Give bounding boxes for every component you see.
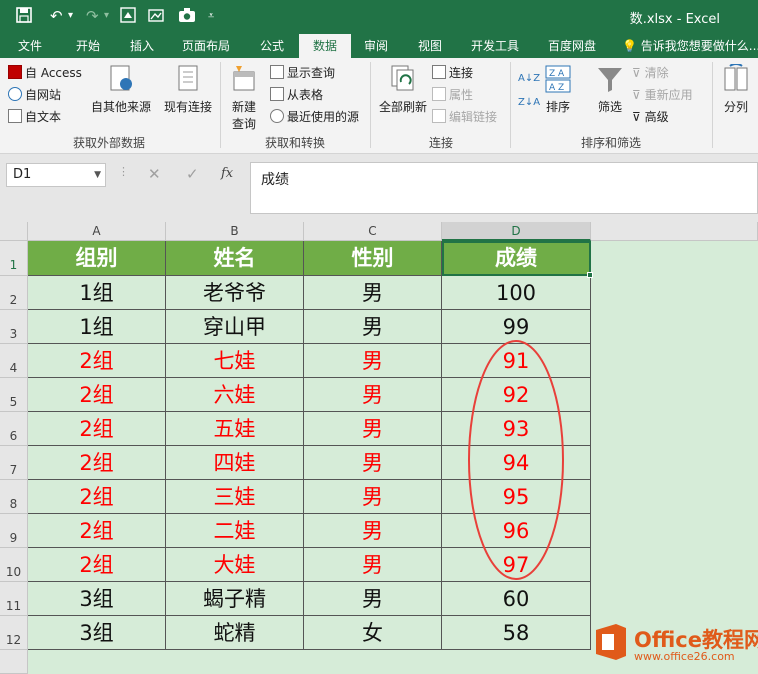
connections-button[interactable]: 连接	[432, 64, 473, 82]
show-queries-button[interactable]: 显示查询	[270, 64, 335, 82]
enter-icon[interactable]: ✓	[186, 165, 199, 183]
annotation-ellipse	[468, 340, 564, 580]
edit-links-button[interactable]: 编辑链接	[432, 108, 497, 126]
customize-icon[interactable]: ⩡	[208, 7, 214, 25]
group-separator	[510, 62, 511, 148]
ribbon-data: 自 Access 自网站 自文本 自其他来源 现有连接 获取外部数据 新建 查询…	[0, 58, 758, 154]
tab-formulas[interactable]: 公式	[246, 34, 298, 58]
group-separator	[220, 62, 221, 148]
cancel-icon[interactable]: ✕	[148, 165, 161, 183]
from-web-button[interactable]: 自网站	[8, 86, 61, 104]
tab-data[interactable]: 数据	[299, 34, 351, 58]
photo-icon[interactable]	[148, 7, 164, 27]
existing-connections-icon	[178, 65, 198, 91]
camera-icon[interactable]	[178, 7, 196, 27]
undo-dropdown-icon[interactable]: ▾	[68, 7, 73, 25]
formula-input[interactable]: 成绩	[250, 162, 758, 214]
advanced-filter-button[interactable]: ⊽ 高级	[632, 108, 669, 126]
more-icon: ⋮	[118, 165, 129, 178]
sort-ascending-icon: A↓Z	[518, 73, 541, 84]
tab-home[interactable]: 开始	[62, 34, 114, 58]
undo-icon[interactable]: ↶	[50, 7, 63, 25]
sort-icon: Z A A Z	[545, 65, 571, 93]
screenshot-icon[interactable]	[120, 7, 136, 27]
worksheet-grid[interactable]: ABCD 1 2 3 4 5 6 7 8 9 10 11 12 组别 姓名 性别 成绩 1组 老爷爷男 100 1组…	[0, 222, 758, 674]
tell-me-text: 告诉我您想要做什么...	[640, 39, 758, 53]
from-text-button[interactable]: 自文本	[8, 108, 61, 126]
refresh-all-button[interactable]: 全部刷新	[374, 64, 432, 115]
advanced-filter-icon: ⊽	[632, 110, 645, 124]
from-other-sources-button[interactable]: 自其他来源	[88, 64, 154, 115]
tab-review[interactable]: 审阅	[352, 34, 400, 58]
text-to-columns-icon	[724, 64, 748, 91]
new-query-icon	[233, 66, 255, 91]
clear-filter-button[interactable]: ⊽ 清除	[632, 64, 669, 82]
red-ellipse	[468, 340, 564, 580]
grid-icon	[270, 87, 284, 101]
group-label-sort-filter: 排序和筛选	[580, 136, 641, 150]
from-table-button[interactable]: 从表格	[270, 86, 323, 104]
office-logo-icon	[596, 624, 626, 660]
tab-insert[interactable]: 插入	[116, 34, 168, 58]
redo-icon[interactable]: ↷	[86, 7, 99, 25]
save-icon[interactable]	[16, 7, 32, 27]
sort-descending-icon: Z↓A	[518, 97, 541, 108]
watermark: Office教程网 www.office26.com	[592, 622, 758, 668]
properties-button[interactable]: 属性	[432, 86, 473, 104]
watermark-url: www.office26.com	[634, 650, 735, 663]
svg-text:Z A: Z A	[549, 69, 565, 79]
tab-developer[interactable]: 开发工具	[460, 34, 530, 58]
insert-function-button[interactable]: fx	[221, 166, 233, 181]
lightbulb-icon: 💡	[622, 39, 637, 53]
reapply-button[interactable]: ⊽ 重新应用	[632, 86, 693, 104]
filter-button[interactable]: 筛选	[590, 64, 630, 115]
refresh-all-icon	[391, 65, 414, 91]
clock-icon	[270, 109, 284, 123]
svg-text:A Z: A Z	[549, 83, 564, 93]
tell-me-box[interactable]: 💡 告诉我您想要做什么...	[622, 34, 758, 58]
formula-bar: D1 ▼ ⋮ ✕ ✓ fx 成绩	[0, 154, 758, 222]
group-separator	[370, 62, 371, 148]
ribbon-tabs: 文件 开始 插入 页面布局 公式 数据 审阅 视图 开发工具 百度网盘 💡 告诉…	[0, 34, 758, 58]
text-file-icon	[8, 109, 22, 123]
sort-descending-button[interactable]: Z↓A	[518, 94, 540, 112]
group-label-connections: 连接	[428, 136, 453, 150]
title-bar: ↶ ▾ ↷ ▾ ⩡ 数.xlsx - Excel	[0, 0, 758, 34]
edit-links-icon	[432, 109, 446, 123]
new-query-button[interactable]: 新建 查询	[224, 64, 264, 132]
tab-baidu-netdisk[interactable]: 百度网盘	[536, 34, 608, 58]
other-sources-icon	[110, 65, 132, 91]
text-to-columns-button[interactable]: 分列	[716, 64, 756, 115]
access-icon	[8, 65, 22, 79]
sort-ascending-button[interactable]: A↓Z	[518, 70, 540, 88]
web-icon	[8, 87, 22, 101]
recent-sources-button[interactable]: 最近使用的源	[270, 108, 359, 126]
chevron-down-icon[interactable]: ▼	[94, 164, 101, 186]
window-title: 数.xlsx - Excel	[629, 12, 720, 27]
group-separator	[712, 62, 713, 148]
connections-icon	[432, 65, 446, 79]
properties-icon	[432, 87, 446, 101]
table-icon	[270, 65, 284, 79]
existing-connections-button[interactable]: 现有连接	[160, 64, 216, 115]
group-label-get-external: 获取外部数据	[72, 136, 145, 150]
from-access-button[interactable]: 自 Access	[8, 64, 82, 82]
reapply-icon: ⊽	[632, 88, 645, 102]
tab-file[interactable]: 文件	[4, 34, 56, 58]
redo-dropdown-icon[interactable]: ▾	[104, 7, 109, 25]
clear-filter-icon: ⊽	[632, 66, 645, 80]
tab-page-layout[interactable]: 页面布局	[172, 34, 240, 58]
tab-view[interactable]: 视图	[406, 34, 454, 58]
sort-button[interactable]: Z AA Z 排序	[540, 64, 576, 115]
filter-icon	[598, 68, 622, 92]
name-box[interactable]: D1 ▼	[6, 163, 106, 187]
group-label-get-transform: 获取和转换	[264, 136, 325, 150]
